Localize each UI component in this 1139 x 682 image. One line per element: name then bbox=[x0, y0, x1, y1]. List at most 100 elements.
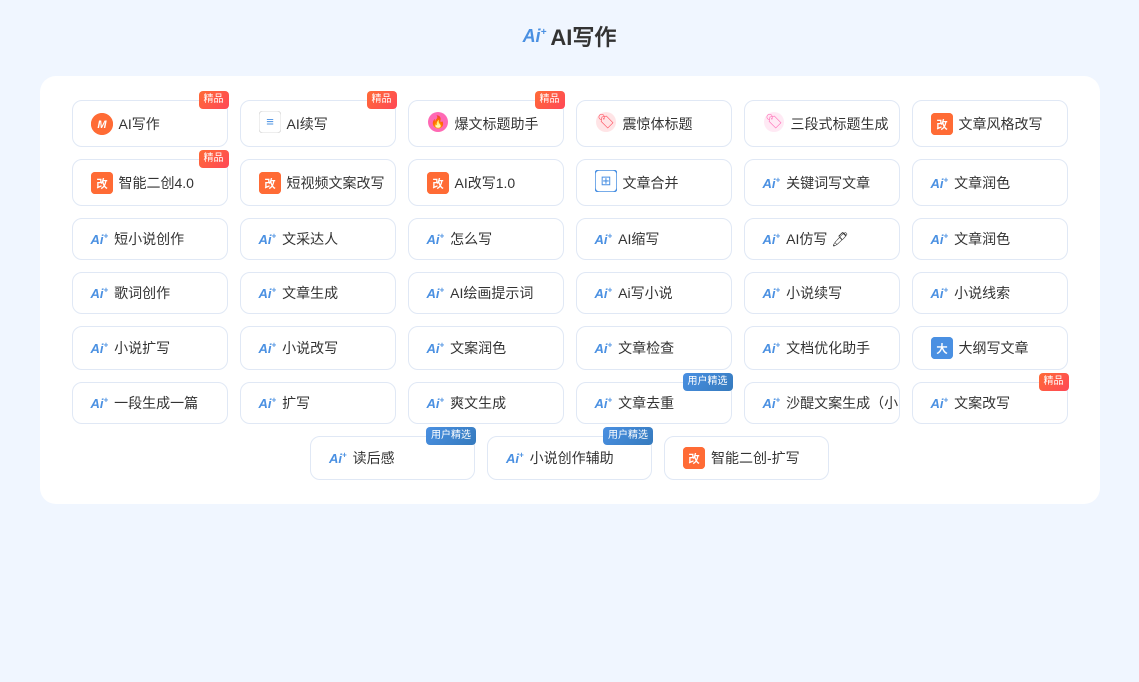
card-doc-optimize[interactable]: Ai+ 文档优化助手 bbox=[744, 326, 900, 370]
svg-text:改: 改 bbox=[936, 117, 948, 131]
card-novel-rewrite[interactable]: Ai+ 小说改写 bbox=[240, 326, 396, 370]
card-label-shocking-title: 震惊体标题 bbox=[623, 114, 693, 134]
card-cool-generate[interactable]: Ai+爽文生成 bbox=[408, 382, 564, 424]
card-shahe-copy[interactable]: Ai+ 沙醍文案生成（小 bbox=[744, 382, 900, 424]
card-ai-write-novel[interactable]: Ai+Ai写小说 bbox=[576, 272, 732, 314]
short-novel-create-icon: Ai+ bbox=[91, 231, 109, 247]
card-ai-imitate[interactable]: Ai+ AI仿写 🖊 bbox=[744, 218, 900, 260]
card-copy-rewrite[interactable]: 精品Ai+文案改写 bbox=[912, 382, 1068, 424]
how-to-write-icon: Ai+ bbox=[427, 231, 445, 247]
ai-shorten-icon: Ai+ bbox=[595, 231, 613, 247]
article-polish2-icon: Ai+ bbox=[931, 231, 949, 247]
grid-container: 精品MAI写作精品≡AI续写精品🔥爆文标题助手🏷震惊体标题🏷三段式标题生成改文章… bbox=[40, 76, 1100, 504]
ai-write-novel-icon: Ai+ bbox=[595, 285, 613, 301]
badge-headline-helper: 精品 bbox=[535, 91, 565, 109]
card-novel-outline[interactable]: Ai+小说线索 bbox=[912, 272, 1068, 314]
card-ai-paint-prompt[interactable]: Ai+ AI绘画提示词 bbox=[408, 272, 564, 314]
card-label-article-polish1: 文章润色 bbox=[954, 173, 1010, 193]
card-row-5: Ai+ 一段生成一篇 Ai+扩写 Ai+爽文生成用户精选Ai+文章去重 Ai+ 沙醍文案生… bbox=[72, 382, 1068, 424]
svg-text:改: 改 bbox=[689, 452, 701, 466]
card-ai-rewrite-1[interactable]: 改 AI改写1.0 bbox=[408, 159, 564, 206]
smart-recreate-4-icon: 改 bbox=[91, 172, 113, 194]
card-label-how-to-write: 怎么写 bbox=[450, 229, 492, 249]
shahe-copy-icon: Ai+ bbox=[763, 395, 781, 411]
card-label-ai-imitate: AI仿写 🖊 bbox=[786, 229, 849, 249]
card-row-6: 用户精选Ai+读后感用户精选Ai+小说创作辅助改智能二创-扩写 bbox=[72, 436, 1068, 480]
svg-text:M: M bbox=[97, 119, 107, 131]
card-keyword-write[interactable]: Ai+关键词写文章 bbox=[744, 159, 900, 206]
card-novel-create-assist[interactable]: 用户精选Ai+小说创作辅助 bbox=[487, 436, 652, 480]
card-label-copy-polish: 文案润色 bbox=[450, 338, 506, 358]
card-lyric-create[interactable]: Ai+歌词创作 bbox=[72, 272, 228, 314]
card-shocking-title[interactable]: 🏷 震惊体标题 bbox=[576, 100, 732, 147]
card-outline-write[interactable]: 大大纲写文章 bbox=[912, 326, 1068, 370]
novel-create-assist-icon: Ai+ bbox=[506, 450, 524, 466]
card-label-novel-expand: 小说扩写 bbox=[114, 338, 170, 358]
card-reading-notes[interactable]: 用户精选Ai+读后感 bbox=[310, 436, 475, 480]
card-label-novel-rewrite: 小说改写 bbox=[282, 338, 338, 358]
card-article-merge[interactable]: ⊞ 文章合并 bbox=[576, 159, 732, 206]
svg-text:⊞: ⊞ bbox=[600, 173, 611, 188]
card-one-para-generate[interactable]: Ai+ 一段生成一篇 bbox=[72, 382, 228, 424]
card-label-doc-optimize: 文档优化助手 bbox=[786, 338, 870, 358]
title-text: AI写作 bbox=[550, 20, 616, 52]
badge-reading-notes: 用户精选 bbox=[426, 427, 476, 445]
novel-outline-icon: Ai+ bbox=[931, 285, 949, 301]
card-label-article-style-rewrite: 文章风格改写 bbox=[959, 114, 1043, 134]
badge-ai-continue: 精品 bbox=[367, 91, 397, 109]
card-article-check[interactable]: Ai+文章检查 bbox=[576, 326, 732, 370]
ai-rewrite-1-icon: 改 bbox=[427, 172, 449, 194]
ai-write-icon: M bbox=[91, 113, 113, 135]
card-ai-continue[interactable]: 精品≡AI续写 bbox=[240, 100, 396, 147]
card-label-copy-rewrite: 文案改写 bbox=[954, 393, 1010, 413]
card-label-novel-create-assist: 小说创作辅助 bbox=[530, 448, 614, 468]
card-short-novel-create[interactable]: Ai+短小说创作 bbox=[72, 218, 228, 260]
svg-text:大: 大 bbox=[936, 342, 947, 356]
svg-text:🔥: 🔥 bbox=[430, 115, 445, 129]
card-article-generate[interactable]: Ai+文章生成 bbox=[240, 272, 396, 314]
ai-paint-prompt-icon: Ai+ bbox=[427, 285, 445, 301]
card-short-video-rewrite[interactable]: 改短视频文案改写 bbox=[240, 159, 396, 206]
copy-polish-icon: Ai+ bbox=[427, 340, 445, 356]
outline-write-icon: 大 bbox=[931, 337, 953, 359]
card-how-to-write[interactable]: Ai+ 怎么写 bbox=[408, 218, 564, 260]
card-smart-recreate-4[interactable]: 精品改智能二创4.0 bbox=[72, 159, 228, 206]
svg-text:改: 改 bbox=[96, 176, 108, 190]
card-copy-polish[interactable]: Ai+ 文案润色 bbox=[408, 326, 564, 370]
card-novel-continue[interactable]: Ai+小说续写 bbox=[744, 272, 900, 314]
one-para-generate-icon: Ai+ bbox=[91, 395, 109, 411]
card-ai-write[interactable]: 精品MAI写作 bbox=[72, 100, 228, 147]
card-label-writing-talent: 文采达人 bbox=[282, 229, 338, 249]
card-label-shahe-copy: 沙醍文案生成（小 bbox=[786, 393, 898, 413]
card-label-ai-rewrite-1: AI改写1.0 bbox=[455, 173, 516, 193]
card-article-style-rewrite[interactable]: 改文章风格改写 bbox=[912, 100, 1068, 147]
shocking-title-icon: 🏷 bbox=[595, 111, 617, 136]
card-article-dedup[interactable]: 用户精选Ai+文章去重 bbox=[576, 382, 732, 424]
card-label-ai-paint-prompt: AI绘画提示词 bbox=[450, 283, 533, 303]
smart-recreate-expand-icon: 改 bbox=[683, 447, 705, 469]
card-label-lyric-create: 歌词创作 bbox=[114, 283, 170, 303]
short-video-rewrite-icon: 改 bbox=[259, 172, 281, 194]
card-label-smart-recreate-4: 智能二创4.0 bbox=[119, 173, 194, 193]
ai-logo: Ai+ bbox=[523, 26, 547, 47]
card-ai-shorten[interactable]: Ai+AI缩写 bbox=[576, 218, 732, 260]
card-expand-write[interactable]: Ai+扩写 bbox=[240, 382, 396, 424]
card-label-article-generate: 文章生成 bbox=[282, 283, 338, 303]
novel-rewrite-icon: Ai+ bbox=[259, 340, 277, 356]
svg-text:🏷: 🏷 bbox=[597, 113, 615, 129]
doc-optimize-icon: Ai+ bbox=[763, 340, 781, 356]
card-label-novel-continue: 小说续写 bbox=[786, 283, 842, 303]
card-writing-talent[interactable]: Ai+文采达人 bbox=[240, 218, 396, 260]
card-smart-recreate-expand[interactable]: 改智能二创-扩写 bbox=[664, 436, 829, 480]
card-headline-helper[interactable]: 精品🔥爆文标题助手 bbox=[408, 100, 564, 147]
card-label-article-polish2: 文章润色 bbox=[954, 229, 1010, 249]
card-article-polish2[interactable]: Ai+ 文章润色 bbox=[912, 218, 1068, 260]
svg-text:≡: ≡ bbox=[266, 114, 274, 129]
card-label-article-merge: 文章合并 bbox=[623, 173, 679, 193]
ai-imitate-icon: Ai+ bbox=[763, 231, 781, 247]
card-novel-expand[interactable]: Ai+小说扩写 bbox=[72, 326, 228, 370]
card-three-para-title[interactable]: 🏷三段式标题生成 bbox=[744, 100, 900, 147]
card-label-one-para-generate: 一段生成一篇 bbox=[114, 393, 198, 413]
article-polish1-icon: Ai+ bbox=[931, 175, 949, 191]
card-article-polish1[interactable]: Ai+ 文章润色 bbox=[912, 159, 1068, 206]
